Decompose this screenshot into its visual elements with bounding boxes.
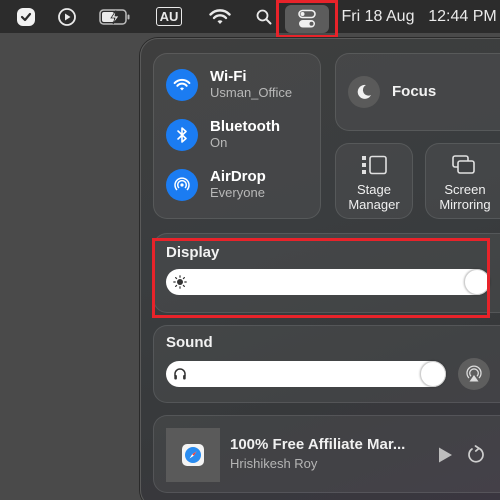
- volume-slider-knob[interactable]: [420, 361, 446, 387]
- safari-icon: [182, 444, 204, 466]
- play-circle-icon[interactable]: [56, 0, 78, 33]
- menu-bar: AU Fri 18 Aug 12:44 PM: [0, 0, 500, 38]
- bluetooth-icon: [166, 118, 198, 151]
- play-button[interactable]: [436, 446, 454, 469]
- input-source-icon[interactable]: AU: [154, 0, 184, 33]
- menubar-date: Fri 18 Aug: [341, 7, 415, 25]
- search-icon[interactable]: [254, 0, 274, 33]
- airdrop-title: AirDrop: [210, 168, 266, 185]
- wifi-title: Wi-Fi: [210, 68, 247, 85]
- airdrop-toggle[interactable]: AirDrop Everyone: [166, 168, 266, 201]
- wifi-icon: [166, 68, 198, 101]
- screen-mirroring-tile[interactable]: Screen Mirroring: [425, 143, 500, 219]
- headphones-icon: [173, 367, 187, 386]
- airdrop-status: Everyone: [210, 185, 265, 200]
- bluetooth-status: On: [210, 135, 228, 150]
- screen-mirroring-label-1: Screen: [444, 182, 486, 197]
- volume-slider[interactable]: [166, 361, 446, 387]
- now-playing-title: 100% Free Affiliate Mar...: [230, 436, 406, 453]
- play-icon: [439, 447, 452, 463]
- stage-manager-tile[interactable]: Stage Manager: [335, 143, 413, 219]
- control-center-icon: [285, 5, 329, 33]
- control-center-button[interactable]: [276, 0, 338, 38]
- now-playing-tile: 100% Free Affiliate Mar... Hrishikesh Ro…: [153, 415, 500, 493]
- battery-charging-icon[interactable]: [98, 0, 132, 33]
- wifi-icon[interactable]: [207, 0, 233, 33]
- screen-mirroring-icon: [440, 154, 488, 176]
- sound-title: Sound: [166, 334, 213, 351]
- connectivity-tile: Wi-Fi Usman_Office Bluetooth On AirDrop …: [153, 53, 321, 219]
- airplay-audio-button[interactable]: [458, 358, 490, 390]
- input-source-label: AU: [155, 7, 183, 26]
- now-playing-artist: Hrishikesh Roy: [230, 456, 318, 471]
- stage-manager-icon: [336, 154, 412, 176]
- bluetooth-title: Bluetooth: [210, 118, 280, 135]
- album-art: [166, 428, 220, 482]
- wifi-network: Usman_Office: [210, 85, 293, 100]
- menubar-time[interactable]: 12:44 PM: [428, 8, 496, 26]
- airdrop-icon: [166, 168, 198, 201]
- moon-icon: [348, 76, 380, 108]
- stage-manager-label-2: Manager: [348, 197, 400, 212]
- screen-mirroring-label-2: Mirroring: [439, 197, 491, 212]
- wifi-toggle[interactable]: Wi-Fi Usman_Office: [166, 68, 292, 101]
- replay-button[interactable]: [466, 445, 486, 470]
- replay-icon: [468, 445, 484, 463]
- focus-label: Focus: [392, 83, 437, 100]
- checkmark-app-icon[interactable]: [14, 0, 38, 33]
- airplay-audio-icon: [466, 365, 482, 382]
- bluetooth-toggle[interactable]: Bluetooth On: [166, 118, 280, 151]
- display-highlight-annotation: [152, 238, 490, 318]
- sound-tile: Sound: [153, 325, 500, 403]
- stage-manager-label-1: Stage: [357, 182, 391, 197]
- focus-tile[interactable]: Focus: [335, 53, 500, 131]
